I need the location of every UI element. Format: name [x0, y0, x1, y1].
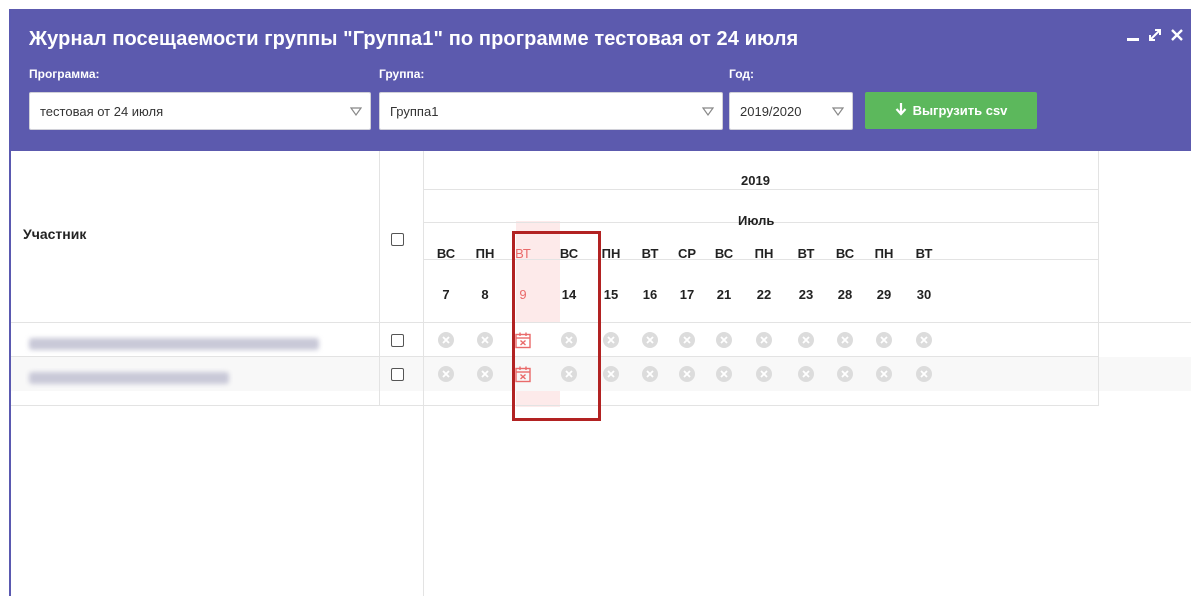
weekday-header: ВТ — [641, 246, 659, 261]
weekday-header: ВТ — [915, 246, 933, 261]
day-number-header: 29 — [876, 287, 892, 302]
select-all-checkbox[interactable] — [391, 233, 404, 246]
expand-icon[interactable] — [1147, 27, 1163, 43]
export-csv-button[interactable]: Выгрузить csv — [865, 92, 1037, 129]
weekday-header: ВС — [714, 246, 734, 261]
year-select-value: 2019/2020 — [740, 103, 802, 119]
group-label: Группа: — [379, 67, 425, 81]
absent-mark-icon[interactable] — [915, 331, 933, 349]
absent-mark-icon[interactable] — [678, 365, 696, 383]
attendance-table: Участник 2019 Июль ВС 7 ПН 8 ВТ 9 ВС 14 ПН 15 ВТ 16… — [11, 151, 1191, 596]
absent-mark-icon[interactable] — [678, 331, 696, 349]
absent-mark-icon[interactable] — [915, 365, 933, 383]
participant-checkbox[interactable] — [391, 368, 404, 381]
chevron-down-icon — [831, 105, 845, 120]
day-number-header: 8 — [481, 287, 489, 302]
absent-mark-icon[interactable] — [437, 365, 455, 383]
absent-mark-icon[interactable] — [797, 331, 815, 349]
year-label: Год: — [729, 67, 754, 81]
absent-mark-icon[interactable] — [641, 365, 659, 383]
absent-mark-icon[interactable] — [755, 331, 773, 349]
absent-mark-icon[interactable] — [836, 365, 854, 383]
program-label: Программа: — [29, 67, 100, 81]
window-header: Журнал посещаемости группы "Группа1" по … — [11, 9, 1191, 151]
absent-mark-icon[interactable] — [476, 331, 494, 349]
absent-mark-icon[interactable] — [875, 365, 893, 383]
program-select-value: тестовая от 24 июля — [40, 103, 164, 119]
absent-mark-icon[interactable] — [641, 331, 659, 349]
window-controls — [1125, 27, 1185, 43]
absent-mark-icon[interactable] — [797, 365, 815, 383]
participant-column-header: Участник — [23, 226, 87, 242]
day-number-header: 22 — [756, 287, 772, 302]
chevron-down-icon — [701, 105, 715, 120]
absent-mark-icon[interactable] — [602, 365, 620, 383]
window-title: Журнал посещаемости группы "Группа1" по … — [29, 28, 799, 50]
export-csv-label: Выгрузить csv — [912, 103, 1008, 118]
weekday-header: СР — [677, 246, 697, 261]
absent-mark-icon[interactable] — [836, 331, 854, 349]
day-number-header: 30 — [916, 287, 932, 302]
chevron-down-icon — [349, 105, 363, 120]
close-icon[interactable] — [1169, 27, 1185, 43]
absent-mark-icon[interactable] — [602, 331, 620, 349]
participant-checkbox[interactable] — [391, 334, 404, 347]
download-arrow-icon — [895, 102, 907, 119]
participant-name-redacted — [29, 372, 229, 384]
weekday-header: ПН — [475, 246, 495, 261]
weekday-header: ПН — [754, 246, 774, 261]
weekday-header: ВТ — [797, 246, 815, 261]
program-select[interactable]: тестовая от 24 июля — [29, 92, 371, 130]
month-header: Июль — [738, 213, 775, 228]
callout-box — [512, 231, 601, 421]
group-select-value: Группа1 — [390, 103, 439, 119]
day-number-header: 7 — [442, 287, 450, 302]
day-number-header: 28 — [837, 287, 853, 302]
absent-mark-icon[interactable] — [437, 331, 455, 349]
absent-mark-icon[interactable] — [715, 331, 733, 349]
weekday-header: ВС — [835, 246, 855, 261]
group-select[interactable]: Группа1 — [379, 92, 723, 130]
absent-mark-icon[interactable] — [476, 365, 494, 383]
weekday-header: ПН — [874, 246, 894, 261]
weekday-header: ВС — [436, 246, 456, 261]
day-number-header: 16 — [642, 287, 658, 302]
attendance-journal-window: Журнал посещаемости группы "Группа1" по … — [9, 9, 1191, 596]
day-number-header: 23 — [798, 287, 814, 302]
absent-mark-icon[interactable] — [715, 365, 733, 383]
year-select[interactable]: 2019/2020 — [729, 92, 853, 130]
absent-mark-icon[interactable] — [875, 331, 893, 349]
day-number-header: 21 — [716, 287, 732, 302]
participant-name-redacted — [29, 338, 319, 350]
day-number-header: 17 — [679, 287, 695, 302]
year-header: 2019 — [741, 173, 770, 188]
minimize-icon[interactable] — [1125, 27, 1141, 43]
absent-mark-icon[interactable] — [755, 365, 773, 383]
